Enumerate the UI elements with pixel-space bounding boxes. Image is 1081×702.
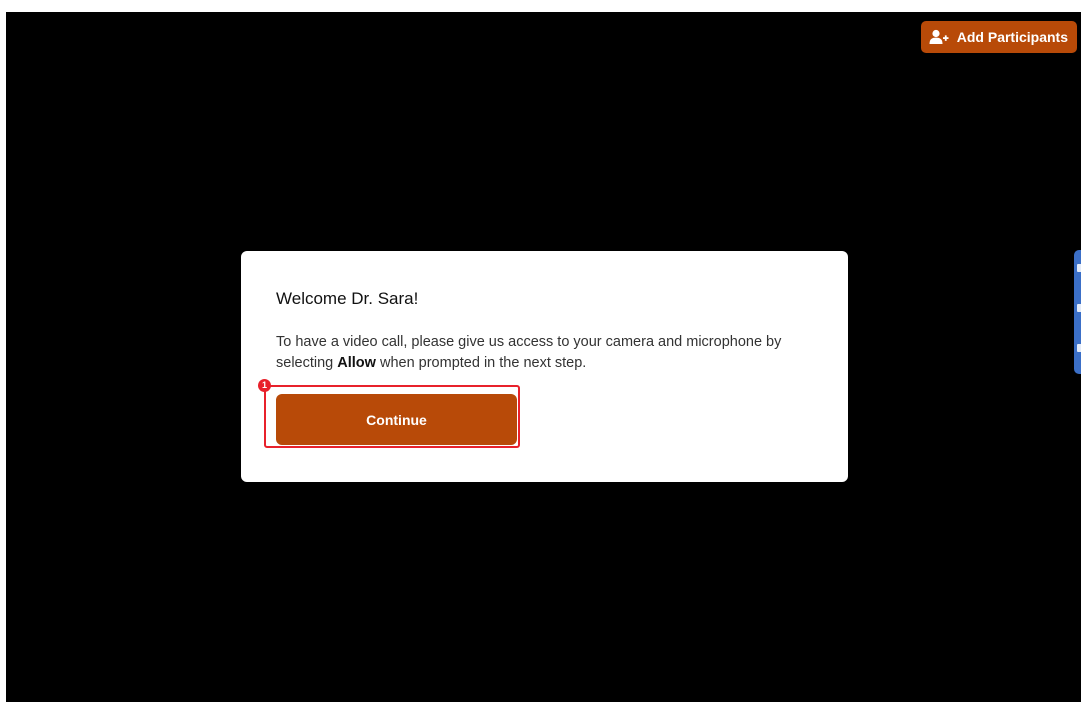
dialog-title: Welcome Dr. Sara!: [276, 289, 419, 308]
side-panel-tab[interactable]: [1074, 250, 1081, 374]
document-icon[interactable]: [1077, 264, 1081, 272]
dialog-message-allow: Allow: [337, 355, 376, 371]
step-badge: 1: [258, 379, 271, 392]
continue-button[interactable]: Continue: [276, 394, 517, 445]
add-participants-label: Add Participants: [956, 29, 1068, 45]
dialog-message-end: when prompted in the next step.: [375, 355, 587, 371]
dialog-message: To have a video call, please give us acc…: [276, 332, 821, 374]
permission-dialog: Welcome Dr. Sara! To have a video call, …: [241, 251, 848, 482]
thumbs-up-icon[interactable]: [1077, 304, 1081, 312]
add-participants-button[interactable]: Add Participants: [920, 21, 1077, 53]
add-user-icon: [929, 29, 949, 45]
back-arrow-icon[interactable]: [1077, 344, 1081, 352]
video-stage: Add Participants Welcome Dr. Sara! To ha…: [6, 12, 1081, 702]
